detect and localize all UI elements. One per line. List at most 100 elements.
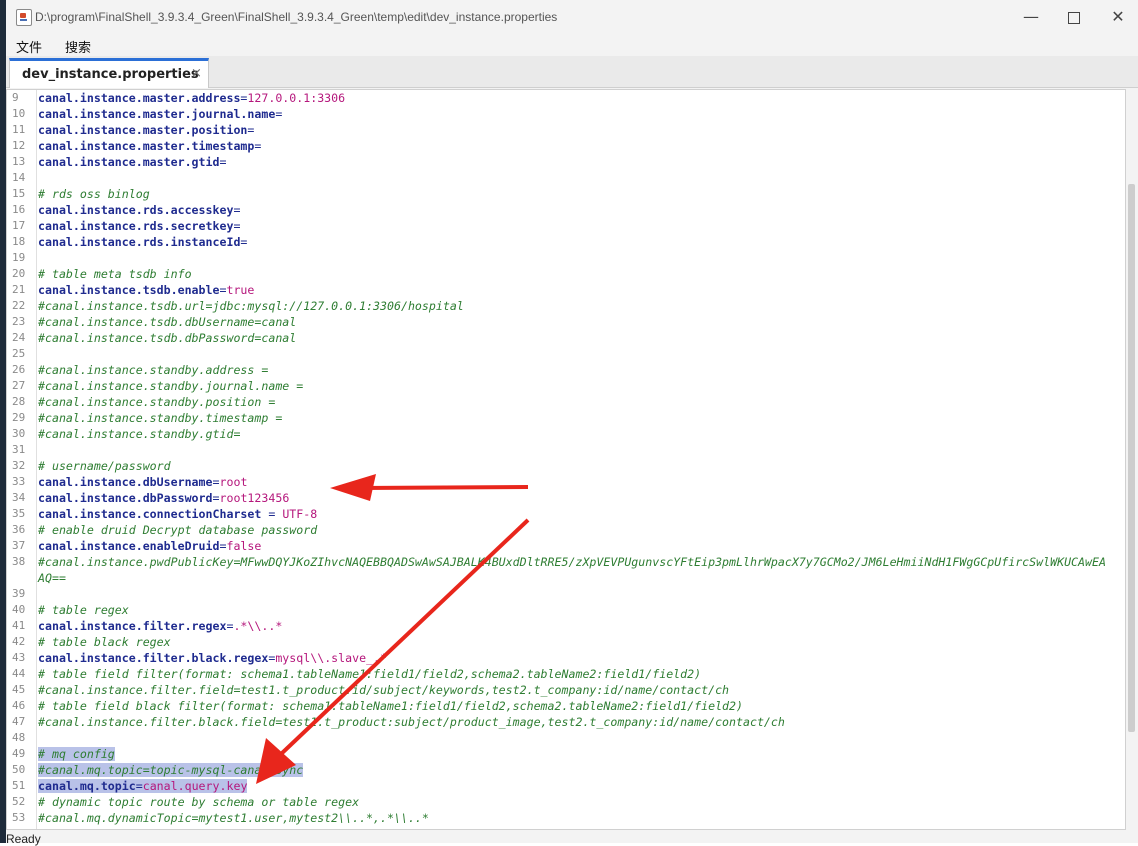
equals-sign: = <box>219 155 227 169</box>
code-line[interactable]: 34 canal.instance.dbPassword=root123456 <box>7 490 1117 506</box>
code-line[interactable]: 13 canal.instance.master.gtid= <box>7 154 1117 170</box>
code-line[interactable]: AQ== <box>7 570 1117 586</box>
comment-text: # rds oss binlog <box>38 187 150 201</box>
comment-text: # table regex <box>38 603 129 617</box>
code-line[interactable]: 25 <box>7 346 1117 362</box>
code-content: # table regex <box>38 602 129 618</box>
scrollbar-thumb[interactable] <box>1128 184 1135 732</box>
tab-dev-instance-properties[interactable]: dev_instance.properties × <box>9 58 209 88</box>
comment-text: #canal.instance.standby.address = <box>38 363 269 377</box>
comment-text: # username/password <box>38 459 171 473</box>
line-number: 15 <box>12 187 26 200</box>
vertical-scrollbar[interactable] <box>1126 89 1138 830</box>
property-value: UTF-8 <box>282 507 318 521</box>
equals-sign: = <box>212 491 220 505</box>
code-content: # table meta tsdb info <box>38 266 192 282</box>
code-line[interactable]: 14 <box>7 170 1117 186</box>
code-content: #canal.instance.pwdPublicKey=MFwwDQYJKoZ… <box>38 554 1106 570</box>
code-line[interactable]: 20 # table meta tsdb info <box>7 266 1117 282</box>
code-line[interactable]: 36 # enable druid Decrypt database passwo… <box>7 522 1117 538</box>
code-line[interactable]: 33 canal.instance.dbUsername=root <box>7 474 1117 490</box>
line-number: 29 <box>12 411 26 424</box>
code-line[interactable]: 28 #canal.instance.standby.position = <box>7 394 1117 410</box>
close-button[interactable]: ✕ <box>1096 5 1138 29</box>
maximize-icon <box>1068 12 1080 24</box>
line-number: 41 <box>12 619 26 632</box>
property-key: canal.instance.enableDruid <box>38 539 220 553</box>
code-line[interactable]: 41 canal.instance.filter.regex=.*\\..* <box>7 618 1117 634</box>
code-line[interactable]: 26 #canal.instance.standby.address = <box>7 362 1117 378</box>
code-line[interactable]: 53 #canal.mq.dynamicTopic=mytest1.user,my… <box>7 810 1117 826</box>
code-line[interactable]: 9 canal.instance.master.address=127.0.0.1… <box>7 90 1117 106</box>
code-content: #canal.instance.tsdb.dbUsername=canal <box>38 314 296 330</box>
minimize-button[interactable]: — <box>1009 5 1053 29</box>
code-line[interactable]: 11 canal.instance.master.position= <box>7 122 1117 138</box>
code-line[interactable]: 43 canal.instance.filter.black.regex=mysq… <box>7 650 1117 666</box>
code-content: #canal.instance.standby.gtid= <box>38 426 240 442</box>
code-line[interactable]: 22 #canal.instance.tsdb.url=jdbc:mysql://… <box>7 298 1117 314</box>
code-content: canal.instance.master.journal.name= <box>38 106 282 122</box>
code-line[interactable]: 51 canal.mq.topic=canal.query.key <box>7 778 1117 794</box>
line-number: 18 <box>12 235 26 248</box>
code-line[interactable]: 45 #canal.instance.filter.field=test1.t_p… <box>7 682 1117 698</box>
line-number: 26 <box>12 363 26 376</box>
code-line[interactable]: 37 canal.instance.enableDruid=false <box>7 538 1117 554</box>
code-line[interactable]: 47 #canal.instance.filter.black.field=tes… <box>7 714 1117 730</box>
code-line[interactable]: 24 #canal.instance.tsdb.dbPassword=canal <box>7 330 1117 346</box>
code-line[interactable]: 50 #canal.mq.topic=topic-mysql-canal-sync <box>7 762 1117 778</box>
equals-sign: = <box>135 779 143 793</box>
code-content: #canal.instance.filter.field=test1.t_pro… <box>38 682 729 698</box>
equals-sign: = <box>261 507 283 521</box>
code-line[interactable]: 40 # table regex <box>7 602 1117 618</box>
equals-sign: = <box>233 203 241 217</box>
code-content: canal.mq.topic=canal.query.key <box>38 778 248 794</box>
line-number: 47 <box>12 715 26 728</box>
property-value: false <box>226 539 262 553</box>
code-content: canal.instance.rds.secretkey= <box>38 218 240 234</box>
code-line[interactable]: 12 canal.instance.master.timestamp= <box>7 138 1117 154</box>
line-number: 10 <box>12 107 26 120</box>
code-content: #canal.instance.tsdb.url=jdbc:mysql://12… <box>38 298 464 314</box>
code-editor[interactable]: 9 canal.instance.master.address=127.0.0.1… <box>6 89 1126 830</box>
code-line[interactable]: 46 # table field black filter(format: sch… <box>7 698 1117 714</box>
line-number: 27 <box>12 379 26 392</box>
line-number: 13 <box>12 155 26 168</box>
comment-text: #canal.instance.tsdb.dbUsername=canal <box>38 315 297 329</box>
code-line[interactable]: 35 canal.instance.connectionCharset = UTF… <box>7 506 1117 522</box>
code-content: #canal.instance.standby.timestamp = <box>38 410 282 426</box>
code-line[interactable]: 19 <box>7 250 1117 266</box>
code-line[interactable]: 30 #canal.instance.standby.gtid= <box>7 426 1117 442</box>
code-line[interactable]: 31 <box>7 442 1117 458</box>
code-content: # enable druid Decrypt database password <box>38 522 317 538</box>
tab-close-icon[interactable]: × <box>191 66 202 81</box>
menu-file[interactable]: 文件 <box>16 37 42 56</box>
code-line[interactable]: 49 # mq config <box>7 746 1117 762</box>
line-number: 53 <box>12 811 26 824</box>
tab-strip: dev_instance.properties × <box>6 56 1138 88</box>
code-line[interactable]: 10 canal.instance.master.journal.name= <box>7 106 1117 122</box>
line-number: 11 <box>12 123 26 136</box>
code-line[interactable]: 21 canal.instance.tsdb.enable=true <box>7 282 1117 298</box>
code-line[interactable]: 15 # rds oss binlog <box>7 186 1117 202</box>
code-content: #canal.instance.standby.address = <box>38 362 268 378</box>
code-line[interactable]: 42 # table black regex <box>7 634 1117 650</box>
code-line[interactable]: 23 #canal.instance.tsdb.dbUsername=canal <box>7 314 1117 330</box>
code-line[interactable]: 17 canal.instance.rds.secretkey= <box>7 218 1117 234</box>
code-line[interactable]: 32 # username/password <box>7 458 1117 474</box>
code-line[interactable]: 39 <box>7 586 1117 602</box>
menu-search[interactable]: 搜索 <box>65 37 91 56</box>
code-line[interactable]: 29 #canal.instance.standby.timestamp = <box>7 410 1117 426</box>
code-line[interactable]: 48 <box>7 730 1117 746</box>
code-line[interactable]: 44 # table field filter(format: schema1.t… <box>7 666 1117 682</box>
line-number: 51 <box>12 779 26 792</box>
property-key: canal.instance.rds.secretkey <box>38 219 234 233</box>
code-line[interactable]: 16 canal.instance.rds.accesskey= <box>7 202 1117 218</box>
code-line[interactable]: 38 #canal.instance.pwdPublicKey=MFwwDQYJK… <box>7 554 1117 570</box>
code-line[interactable]: 27 #canal.instance.standby.journal.name = <box>7 378 1117 394</box>
code-line[interactable]: 52 # dynamic topic route by schema or tab… <box>7 794 1117 810</box>
line-number: 38 <box>12 555 26 568</box>
maximize-button[interactable] <box>1052 5 1096 29</box>
code-line[interactable]: 18 canal.instance.rds.instanceId= <box>7 234 1117 250</box>
line-number: 44 <box>12 667 26 680</box>
line-number: 25 <box>12 347 26 360</box>
